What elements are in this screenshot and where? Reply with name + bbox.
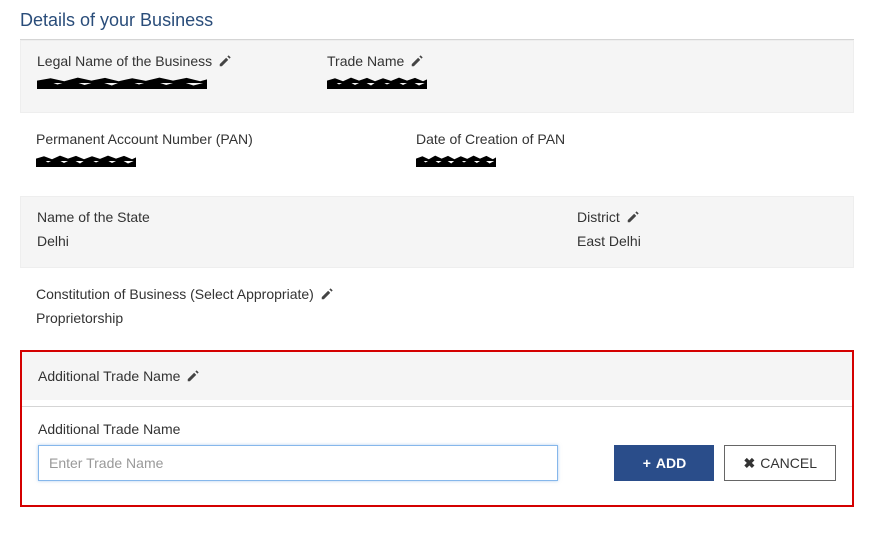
value-state: Delhi (37, 233, 577, 249)
value-pan-date (416, 155, 838, 172)
panel-names: Legal Name of the Business Trade Name (20, 40, 854, 113)
pencil-icon[interactable] (410, 54, 424, 68)
field-trade-name: Trade Name (327, 53, 837, 94)
pencil-icon[interactable] (186, 369, 200, 383)
panel-additional-trade-header: Additional Trade Name (22, 352, 852, 400)
value-legal-name (37, 77, 327, 94)
field-district: District East Delhi (577, 209, 837, 249)
panel-constitution: Constitution of Business (Select Appropr… (20, 274, 854, 344)
label-district: District (577, 209, 620, 225)
highlight-additional-trade: Additional Trade Name Additional Trade N… (20, 350, 854, 507)
field-pan-date: Date of Creation of PAN (416, 131, 838, 172)
label-constitution: Constitution of Business (Select Appropr… (36, 286, 314, 302)
label-additional-trade-header: Additional Trade Name (38, 368, 180, 384)
trade-name-input[interactable] (38, 445, 558, 481)
field-state: Name of the State Delhi (37, 209, 577, 249)
section-title: Details of your Business (20, 10, 854, 31)
label-pan: Permanent Account Number (PAN) (36, 131, 253, 147)
label-pan-date: Date of Creation of PAN (416, 131, 565, 147)
label-additional-trade-input: Additional Trade Name (38, 421, 558, 437)
value-trade-name (327, 77, 837, 94)
add-button[interactable]: + ADD (614, 445, 714, 481)
x-icon: ✖ (743, 455, 755, 472)
panel-additional-trade-input: Additional Trade Name + ADD ✖ CANCEL (22, 407, 852, 499)
value-constitution: Proprietorship (36, 310, 838, 326)
pencil-icon[interactable] (320, 287, 334, 301)
pencil-icon[interactable] (626, 210, 640, 224)
panel-state: Name of the State Delhi District East De… (20, 196, 854, 268)
cancel-button-label: CANCEL (760, 455, 817, 471)
value-district: East Delhi (577, 233, 837, 249)
panel-pan: Permanent Account Number (PAN) Date of C… (20, 119, 854, 190)
field-legal-name: Legal Name of the Business (37, 53, 327, 94)
field-pan: Permanent Account Number (PAN) (36, 131, 416, 172)
label-legal-name: Legal Name of the Business (37, 53, 212, 69)
cancel-button[interactable]: ✖ CANCEL (724, 445, 836, 481)
label-trade-name: Trade Name (327, 53, 404, 69)
value-pan (36, 155, 416, 172)
add-button-label: ADD (656, 455, 686, 471)
label-state: Name of the State (37, 209, 150, 225)
plus-icon: + (643, 455, 651, 471)
pencil-icon[interactable] (218, 54, 232, 68)
